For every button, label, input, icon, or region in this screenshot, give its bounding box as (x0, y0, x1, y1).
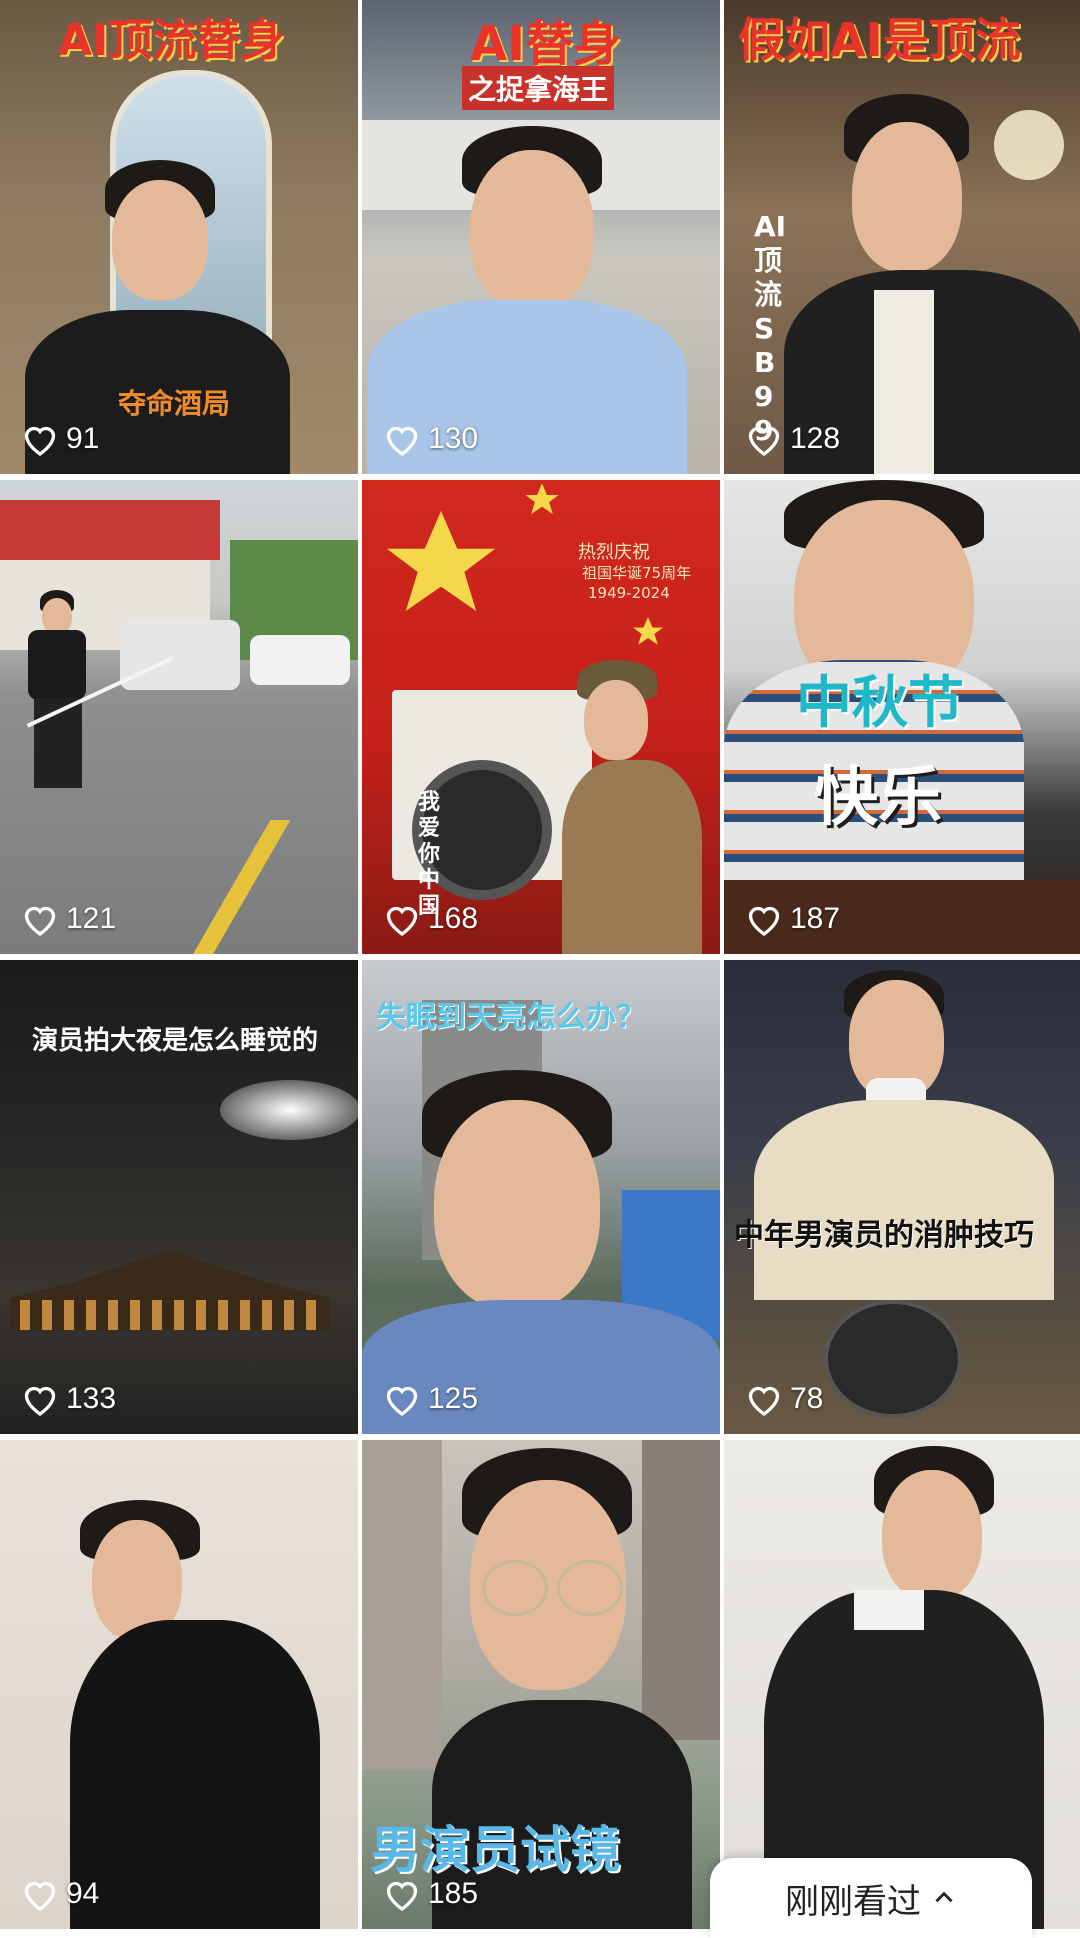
video-tile[interactable]: 中年男演员的消肿技巧 78 (724, 960, 1080, 1434)
recently-viewed-label: 刚刚看过 (785, 1881, 921, 1922)
tile-title: AI顶流替身 (58, 15, 285, 66)
video-tile[interactable] (724, 1440, 1080, 1929)
like-count-value: 185 (428, 1877, 479, 1910)
tile-title: 男演员试镜 (370, 1821, 620, 1879)
tile-title: AI替身 (470, 16, 622, 72)
heart-icon (748, 906, 780, 936)
video-tile[interactable]: 121 (0, 480, 358, 954)
like-count-value: 121 (66, 902, 117, 935)
tile-title: 假如AI是顶流 (738, 13, 1021, 67)
like-count: 187 (746, 902, 840, 936)
video-tile[interactable]: 演员拍大夜是怎么睡觉的 133 (0, 960, 358, 1434)
video-tile[interactable]: AI顶流替身 夺命酒局 91 (0, 0, 358, 474)
video-tile[interactable]: 男演员试镜 185 (362, 1440, 720, 1929)
like-count: 125 (384, 1382, 478, 1416)
like-count-value: 91 (66, 422, 100, 455)
heart-icon (24, 426, 56, 456)
tile-title: 失眠到天亮怎么办？ (376, 1000, 646, 1035)
heart-icon (748, 426, 780, 456)
like-count: 94 (22, 1877, 99, 1911)
recently-viewed-button[interactable]: 刚刚看过 (710, 1858, 1032, 1938)
like-count: 78 (746, 1382, 823, 1416)
like-count: 168 (384, 902, 478, 936)
like-count: 130 (384, 422, 478, 456)
star-icon (525, 483, 559, 515)
tile-side-text: AI顶流SB99 (754, 210, 787, 447)
banner-line2: 祖国华诞75周年 (582, 564, 692, 582)
like-count: 185 (384, 1877, 478, 1911)
video-grid: AI顶流替身 夺命酒局 91 AI替身 之捉拿海王 130 假如AI是顶流 AI… (0, 0, 1080, 1929)
tile-side-text: 我爱你中国 (418, 790, 441, 919)
heart-icon (386, 1881, 418, 1911)
chevron-up-icon (935, 1891, 953, 1903)
like-count-value: 94 (66, 1877, 100, 1910)
tile-subtitle: 之捉拿海王 (462, 66, 615, 110)
like-count: 133 (22, 1382, 116, 1416)
like-count-value: 78 (790, 1382, 824, 1415)
heart-icon (386, 426, 418, 456)
star-icon (633, 617, 663, 645)
heart-icon (386, 1386, 418, 1416)
video-tile[interactable]: 假如AI是顶流 AI顶流SB99 128 (724, 0, 1080, 474)
heart-icon (24, 1881, 56, 1911)
heart-icon (24, 906, 56, 936)
like-count-value: 128 (790, 422, 841, 455)
heart-icon (386, 906, 418, 936)
like-count-value: 130 (428, 422, 479, 455)
tile-subtitle: 快乐 (814, 761, 942, 835)
like-count-value: 187 (790, 902, 841, 935)
tile-title: 中秋节 (796, 671, 964, 736)
video-tile[interactable]: 94 (0, 1440, 358, 1929)
like-count-value: 133 (66, 1382, 117, 1415)
video-tile[interactable]: AI替身 之捉拿海王 130 (362, 0, 720, 474)
like-count-value: 125 (428, 1382, 479, 1415)
video-tile[interactable]: 中秋节 快乐 187 (724, 480, 1080, 954)
video-tile[interactable]: 失眠到天亮怎么办？ 125 (362, 960, 720, 1434)
banner-line3: 1949-2024 (588, 584, 670, 602)
like-count-value: 168 (428, 902, 479, 935)
tile-caption: 夺命酒局 (118, 387, 231, 420)
like-count: 121 (22, 902, 116, 936)
heart-icon (748, 1386, 780, 1416)
like-count: 91 (22, 422, 99, 456)
tile-title: 演员拍大夜是怎么睡觉的 (32, 1026, 319, 1056)
star-icon (386, 510, 496, 612)
tile-title: 中年男演员的消肿技巧 (734, 1218, 1034, 1253)
video-tile[interactable]: 热烈庆祝 祖国华诞75周年 1949-2024 我爱你中国 168 (362, 480, 720, 954)
banner-line1: 热烈庆祝 (578, 542, 650, 563)
like-count: 128 (746, 422, 840, 456)
heart-icon (24, 1386, 56, 1416)
